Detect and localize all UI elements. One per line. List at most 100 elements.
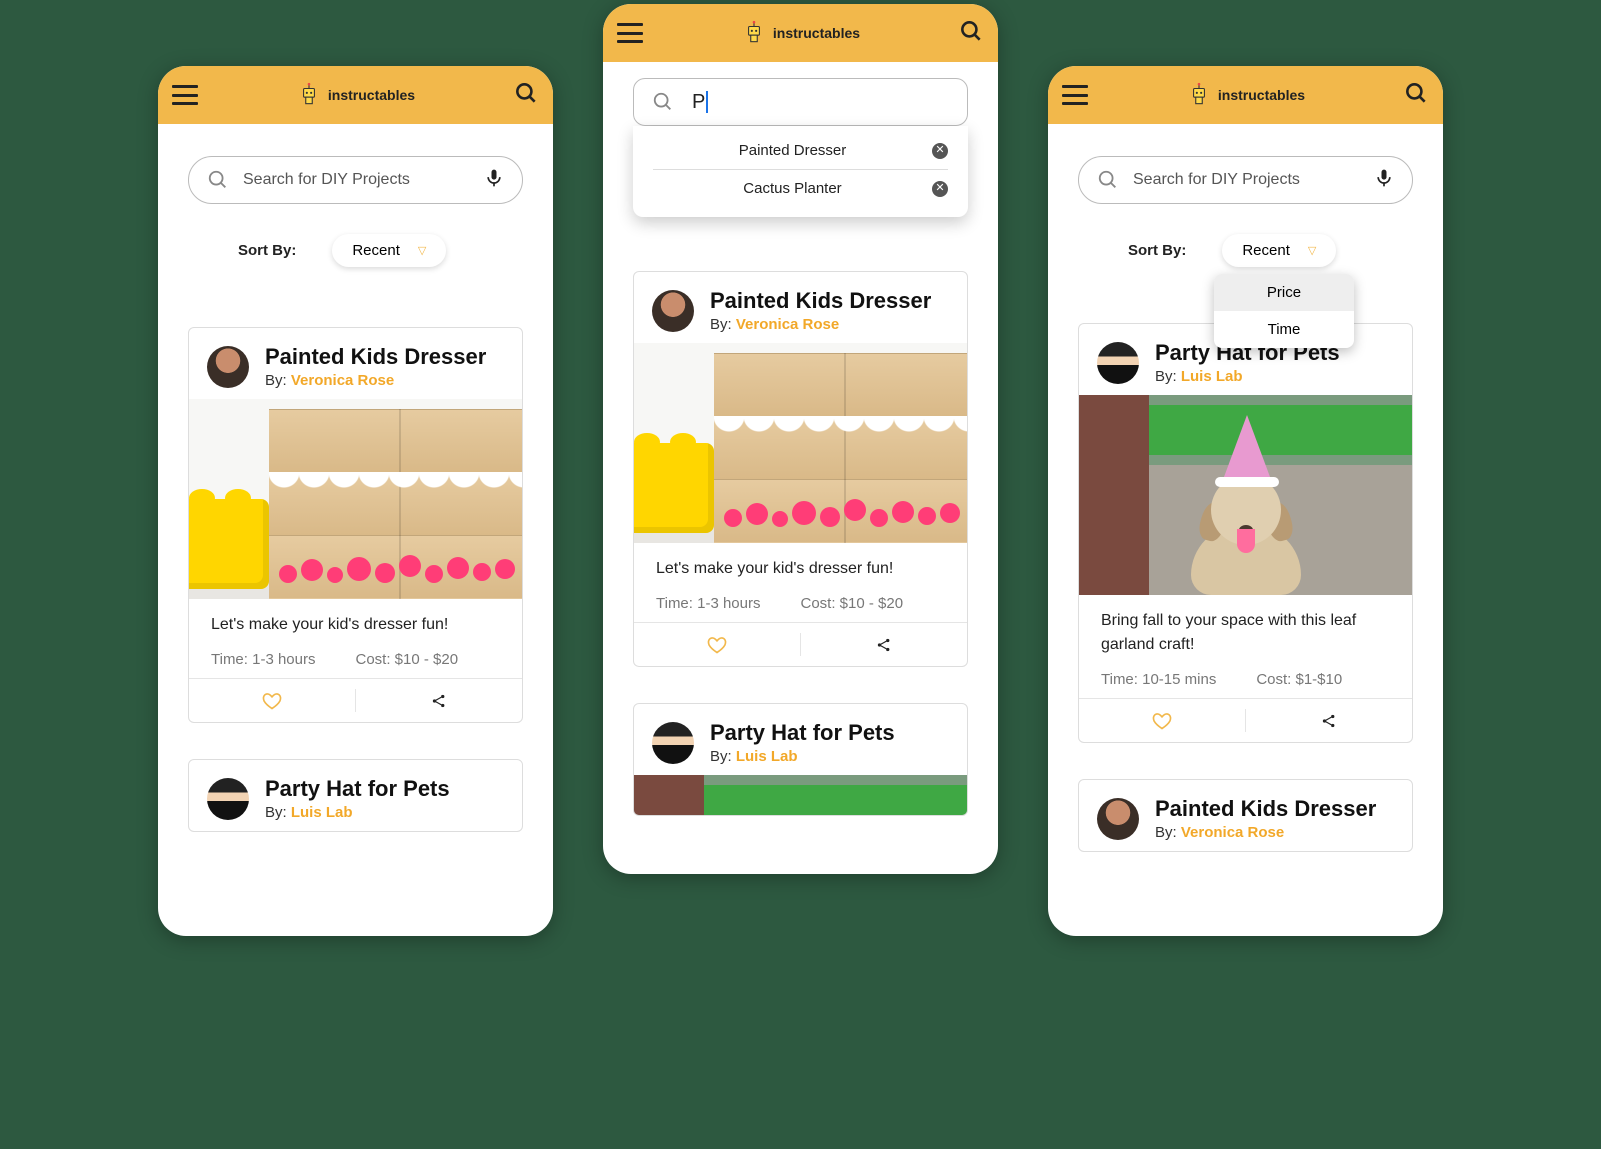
suggestion-text: Painted Dresser xyxy=(653,142,932,159)
avatar[interactable] xyxy=(1097,798,1139,840)
card-cost: Cost: $10 - $20 xyxy=(355,651,458,668)
by-prefix: By: xyxy=(710,748,736,765)
menu-icon[interactable] xyxy=(1062,85,1088,105)
author-link[interactable]: Veronica Rose xyxy=(291,372,394,389)
favorite-button[interactable] xyxy=(634,623,801,666)
project-card-dresser[interactable]: Painted Kids Dresser By: Veronica Rose xyxy=(1078,779,1413,852)
search-icon xyxy=(652,91,674,113)
card-actions xyxy=(634,622,967,666)
avatar[interactable] xyxy=(1097,342,1139,384)
phone-screen-sort-open: instructables Sort By: Recent ▽ Price Ti… xyxy=(1048,66,1443,936)
app-header: instructables xyxy=(158,66,553,124)
card-byline: By: Luis Lab xyxy=(265,804,450,821)
share-button[interactable] xyxy=(1246,699,1413,742)
project-card-pets[interactable]: Party Hat for Pets By: Luis Lab xyxy=(633,703,968,816)
card-description: Let's make your kid's dresser fun! xyxy=(656,557,945,581)
app-header: instructables xyxy=(603,4,998,62)
favorite-button[interactable] xyxy=(1079,699,1246,742)
card-image xyxy=(634,343,967,543)
brand-name: instructables xyxy=(328,87,415,103)
remove-suggestion-icon[interactable]: ✕ xyxy=(932,143,948,159)
search-icon[interactable] xyxy=(958,18,984,49)
search-input[interactable] xyxy=(1133,171,1360,189)
sort-option-price[interactable]: Price xyxy=(1214,274,1354,311)
content-area: Sort By: Recent ▽ Price Time Party Hat f… xyxy=(1048,124,1443,862)
sort-option-time[interactable]: Time xyxy=(1214,311,1354,348)
card-description: Bring fall to your space with this leaf … xyxy=(1101,609,1390,657)
project-card-pets[interactable]: Party Hat for Pets By: Luis Lab xyxy=(1078,323,1413,743)
favorite-button[interactable] xyxy=(189,679,356,722)
suggestion-item[interactable]: Cactus Planter ✕ xyxy=(633,170,968,207)
card-time: Time: 1-3 hours xyxy=(656,595,760,612)
sort-label: Sort By: xyxy=(1128,242,1186,259)
by-prefix: By: xyxy=(265,372,291,389)
mic-icon[interactable] xyxy=(484,168,504,192)
brand-name: instructables xyxy=(773,25,860,41)
card-description: Let's make your kid's dresser fun! xyxy=(211,613,500,637)
avatar[interactable] xyxy=(652,290,694,332)
search-input-active[interactable]: P xyxy=(633,78,968,126)
project-card-dresser[interactable]: Painted Kids Dresser By: Veronica Rose xyxy=(633,271,968,667)
sort-dropdown-trigger[interactable]: Recent ▽ xyxy=(1222,234,1336,267)
remove-suggestion-icon[interactable]: ✕ xyxy=(932,181,948,197)
card-header: Party Hat for Pets By: Luis Lab xyxy=(634,704,967,775)
sort-control: Sort By: Recent ▽ Price Time xyxy=(1128,234,1413,267)
card-time: Time: 1-3 hours xyxy=(211,651,315,668)
search-icon xyxy=(207,169,229,191)
brand-logo[interactable]: instructables xyxy=(1186,82,1305,108)
by-prefix: By: xyxy=(710,316,736,333)
search-typed-value: P xyxy=(692,91,708,114)
robot-icon xyxy=(741,20,767,46)
search-bar[interactable] xyxy=(188,156,523,204)
share-button[interactable] xyxy=(801,623,968,666)
sort-selected: Recent xyxy=(1242,242,1290,259)
app-header: instructables xyxy=(1048,66,1443,124)
card-actions xyxy=(1079,698,1412,742)
sort-dropdown-trigger[interactable]: Recent ▽ xyxy=(332,234,446,267)
card-header: Party Hat for Pets By: Luis Lab xyxy=(189,760,522,831)
card-actions xyxy=(189,678,522,722)
brand-name: instructables xyxy=(1218,87,1305,103)
search-suggestions: Painted Dresser ✕ Cactus Planter ✕ xyxy=(633,126,968,217)
card-byline: By: Veronica Rose xyxy=(265,372,486,389)
menu-icon[interactable] xyxy=(172,85,198,105)
phone-screen-default: instructables Sort By: Recent ▽ xyxy=(158,66,553,936)
avatar[interactable] xyxy=(207,778,249,820)
brand-logo[interactable]: instructables xyxy=(741,20,860,46)
card-title: Painted Kids Dresser xyxy=(710,288,931,314)
card-body: Bring fall to your space with this leaf … xyxy=(1079,595,1412,698)
author-link[interactable]: Veronica Rose xyxy=(1181,824,1284,841)
chevron-down-icon: ▽ xyxy=(418,244,426,257)
search-icon[interactable] xyxy=(1403,80,1429,111)
card-cost: Cost: $10 - $20 xyxy=(800,595,903,612)
sort-control: Sort By: Recent ▽ xyxy=(238,234,523,267)
author-link[interactable]: Veronica Rose xyxy=(736,316,839,333)
author-link[interactable]: Luis Lab xyxy=(291,804,353,821)
card-header: Painted Kids Dresser By: Veronica Rose xyxy=(189,328,522,399)
robot-icon xyxy=(296,82,322,108)
by-prefix: By: xyxy=(1155,824,1181,841)
author-link[interactable]: Luis Lab xyxy=(736,748,798,765)
card-title: Party Hat for Pets xyxy=(265,776,450,802)
card-header: Painted Kids Dresser By: Veronica Rose xyxy=(1079,780,1412,851)
sort-label: Sort By: xyxy=(238,242,296,259)
card-image xyxy=(1079,395,1412,595)
menu-icon[interactable] xyxy=(617,23,643,43)
search-input[interactable] xyxy=(243,171,470,189)
author-link[interactable]: Luis Lab xyxy=(1181,368,1243,385)
card-title: Party Hat for Pets xyxy=(710,720,895,746)
share-button[interactable] xyxy=(356,679,523,722)
card-byline: By: Luis Lab xyxy=(710,748,895,765)
card-meta: Time: 10-15 mins Cost: $1-$10 xyxy=(1101,671,1390,688)
avatar[interactable] xyxy=(207,346,249,388)
avatar[interactable] xyxy=(652,722,694,764)
project-card-pets[interactable]: Party Hat for Pets By: Luis Lab xyxy=(188,759,523,832)
suggestion-item[interactable]: Painted Dresser ✕ xyxy=(633,132,968,169)
mic-icon[interactable] xyxy=(1374,168,1394,192)
search-icon[interactable] xyxy=(513,80,539,111)
search-bar[interactable] xyxy=(1078,156,1413,204)
project-card-dresser[interactable]: Painted Kids Dresser By: Veronica Rose xyxy=(188,327,523,723)
card-meta: Time: 1-3 hours Cost: $10 - $20 xyxy=(211,651,500,668)
brand-logo[interactable]: instructables xyxy=(296,82,415,108)
by-prefix: By: xyxy=(265,804,291,821)
